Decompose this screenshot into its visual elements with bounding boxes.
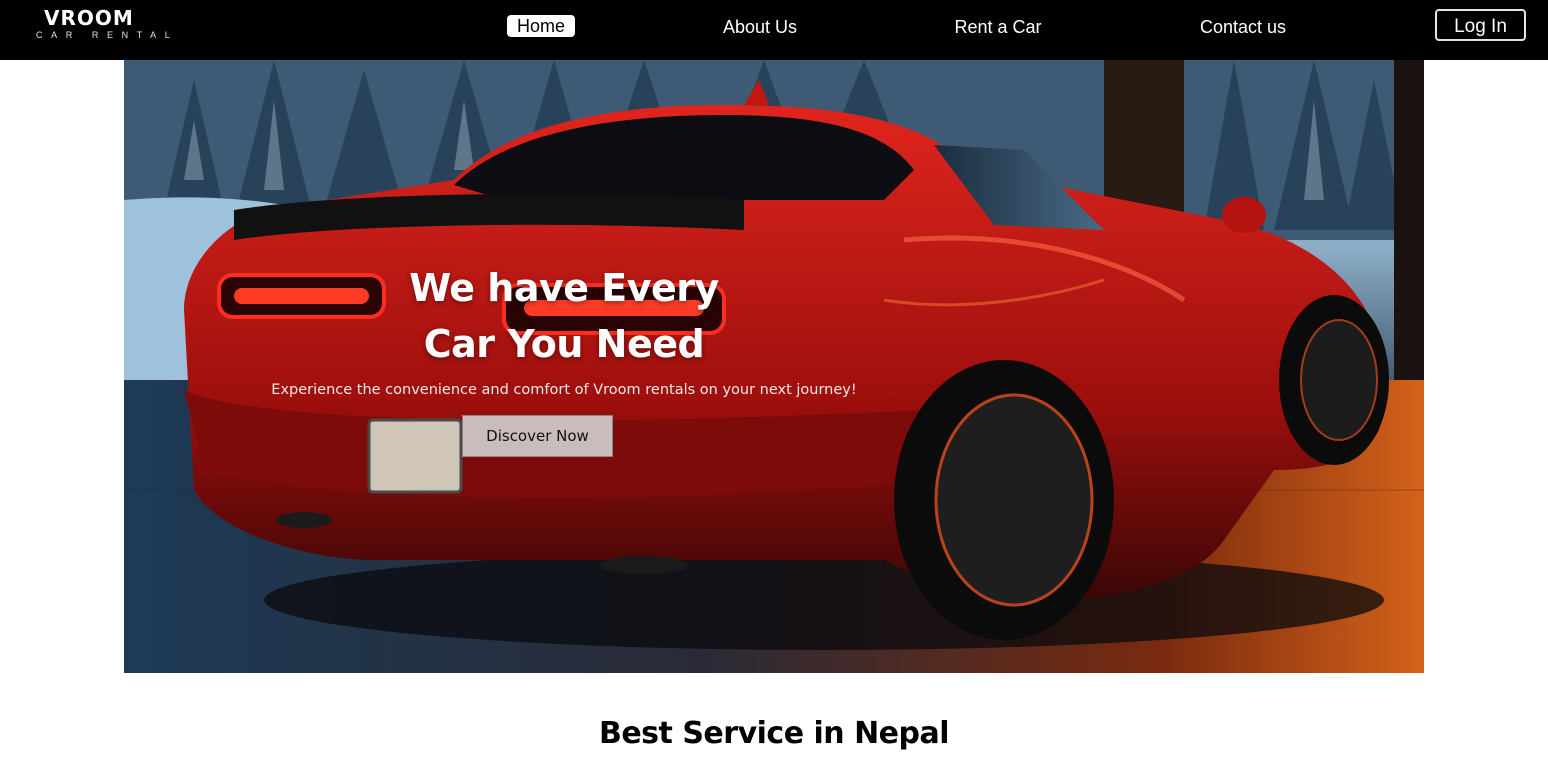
hero-title-line-1: We have Every bbox=[409, 266, 719, 310]
hero-banner: We have Every Car You Need Experience th… bbox=[124, 60, 1424, 673]
nav-item-home[interactable]: Home bbox=[507, 15, 575, 37]
hero-title-line-2: Car You Need bbox=[423, 322, 705, 366]
brand-tagline: CAR RENTAL bbox=[36, 30, 179, 40]
hero-subtitle: Experience the convenience and comfort o… bbox=[271, 382, 857, 398]
brand-logo[interactable]: VROOM CAR RENTAL bbox=[36, 6, 176, 42]
nav-item-contact-us[interactable]: Contact us bbox=[1193, 15, 1293, 39]
nav-item-rent-a-car[interactable]: Rent a Car bbox=[948, 15, 1048, 39]
navbar: VROOM CAR RENTAL Home About Us Rent a Ca… bbox=[0, 0, 1548, 60]
hero-content: We have Every Car You Need Experience th… bbox=[124, 60, 1424, 673]
discover-now-button[interactable]: Discover Now bbox=[462, 415, 613, 457]
login-button[interactable]: Log In bbox=[1435, 9, 1526, 41]
section-title: Best Service in Nepal bbox=[598, 716, 950, 751]
brand-name: VROOM bbox=[44, 6, 134, 30]
hero-title: We have Every Car You Need bbox=[364, 260, 764, 372]
nav-item-about-us[interactable]: About Us bbox=[715, 15, 805, 39]
